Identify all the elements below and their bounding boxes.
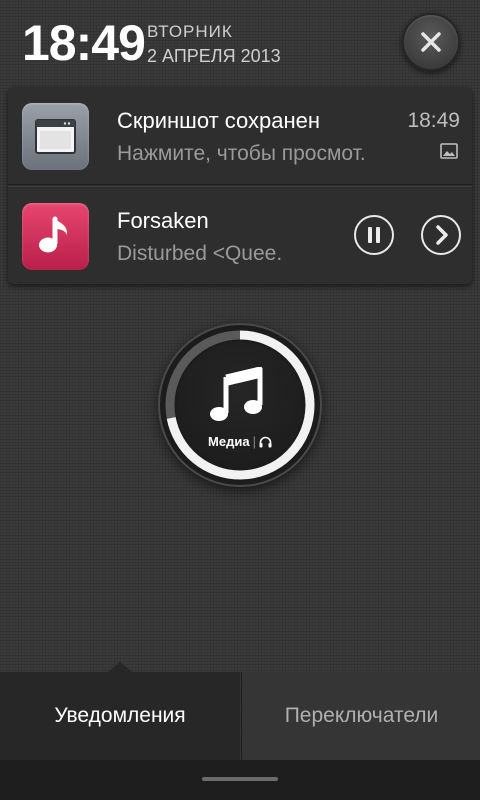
notification-title: Скриншот сохранен [117,108,321,133]
dial-label: Медиа | [160,434,320,450]
notification-music[interactable]: Forsaken Disturbed <Quee. [8,186,472,284]
clock: 18:49 [22,15,146,71]
tab-label: Переключатели [284,704,439,727]
tab-notifications[interactable]: Уведомления [0,662,240,760]
pause-button[interactable] [354,215,394,255]
track-title: Forsaken [117,208,209,233]
next-icon [436,225,448,245]
media-volume-dial[interactable]: Медиа | [160,325,320,485]
pause-icon [368,227,380,243]
status-header: 18:49 ВТОРНИК 2 АПРЕЛЯ 2013 [0,0,480,84]
weekday: ВТОРНИК [147,22,233,41]
tab-toggles[interactable]: Переключатели [241,672,480,760]
close-button[interactable] [402,13,460,71]
notification-time: 18:49 [407,109,460,132]
track-artist: Disturbed <Quee. [117,242,283,265]
notification-list: Скриншот сохранен Нажмите, чтобы просмот… [8,87,472,284]
active-tab-pointer [108,662,132,672]
media-label: Медиа [208,434,250,449]
label-separator: | [252,434,256,449]
close-icon [421,32,441,52]
music-note-icon [210,367,263,421]
notification-text: Нажмите, чтобы просмот. [117,142,366,165]
headphones-icon [259,436,272,448]
tab-label: Уведомления [54,704,186,727]
next-button[interactable] [421,215,461,255]
panel-tabs: Уведомления Переключатели [0,662,480,760]
music-note-icon [22,203,89,270]
image-icon [440,143,458,159]
notification-screenshot[interactable]: Скриншот сохранен Нажмите, чтобы просмот… [8,87,472,185]
drag-handle[interactable] [202,777,278,781]
browser-window-icon [22,103,89,170]
date: 2 АПРЕЛЯ 2013 [147,46,281,66]
drag-area[interactable] [0,760,480,800]
